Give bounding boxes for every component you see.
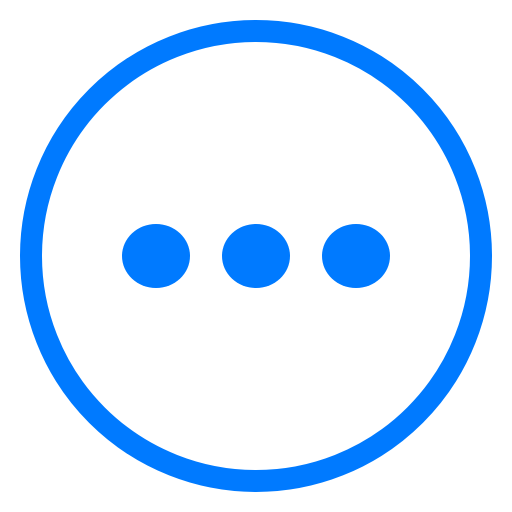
- more-options-icon[interactable]: [0, 0, 512, 512]
- dot-3: [322, 224, 390, 288]
- dot-1: [122, 224, 190, 288]
- icon-canvas: [0, 0, 512, 512]
- dots-group: [122, 224, 390, 288]
- dot-2: [222, 224, 290, 288]
